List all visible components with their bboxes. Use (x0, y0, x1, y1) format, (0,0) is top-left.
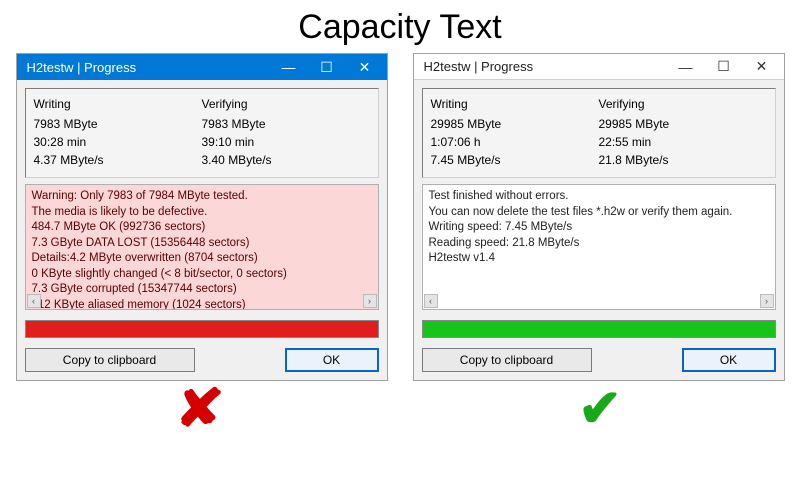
verifying-label: Verifying (599, 95, 767, 113)
log-line: Reading speed: 21.8 MByte/s (429, 236, 769, 252)
log-line: H2testw v1.4 (429, 251, 769, 267)
writing-column: Writing 29985 MByte1:07:06 h7.45 MByte/s (431, 95, 599, 169)
window-body: Writing29985 MByte1:07:06 h7.45 MByte/sV… (414, 80, 784, 380)
scroll-left-icon[interactable]: ‹ (424, 294, 438, 308)
check-mark-icon: ✔ (578, 383, 622, 435)
log-line: Details:4.2 MByte overwritten (8704 sect… (32, 251, 372, 267)
x-mark-icon: ✘ (175, 383, 225, 435)
close-button[interactable]: ✕ (347, 56, 383, 78)
writing-speed: 7.45 MByte/s (431, 151, 599, 169)
scroll-right-icon[interactable]: › (363, 294, 377, 308)
ok-button[interactable]: OK (285, 348, 379, 372)
log-line: Writing speed: 7.45 MByte/s (429, 220, 769, 236)
titlebar[interactable]: H2testw | Progress —☐✕ (414, 54, 784, 80)
log-line: 0 KByte slightly changed (< 8 bit/sector… (32, 267, 372, 283)
verifying-size: 29985 MByte (599, 115, 767, 133)
log-line: You can now delete the test files *.h2w … (429, 205, 769, 221)
log-line: The media is likely to be defective. (32, 205, 372, 221)
scroll-left-icon[interactable]: ‹ (27, 294, 41, 308)
copy-to-clipboard-button[interactable]: Copy to clipboard (25, 348, 195, 372)
marks-row: ✘✔ (0, 383, 800, 435)
metrics-panel: Writing29985 MByte1:07:06 h7.45 MByte/sV… (422, 88, 776, 178)
log-line: Warning: Only 7983 of 7984 MByte tested. (32, 189, 372, 205)
window-body: Writing7983 MByte30:28 min4.37 MByte/sVe… (17, 80, 387, 380)
minimize-button[interactable]: — (668, 56, 704, 78)
writing-label: Writing (34, 95, 202, 113)
page-title: Capacity Text (0, 0, 800, 53)
log-line: 512 KByte aliased memory (1024 sectors) (32, 298, 372, 310)
copy-to-clipboard-button[interactable]: Copy to clipboard (422, 348, 592, 372)
verifying-column: Verifying 7983 MByte39:10 min3.40 MByte/s (202, 95, 370, 169)
h2testw-window: H2testw | Progress—☐✕Writing29985 MByte1… (413, 53, 785, 381)
verifying-column: Verifying 29985 MByte22:55 min21.8 MByte/… (599, 95, 767, 169)
verifying-speed: 3.40 MByte/s (202, 151, 370, 169)
verifying-speed: 21.8 MByte/s (599, 151, 767, 169)
close-button[interactable]: ✕ (744, 56, 780, 78)
metrics-panel: Writing7983 MByte30:28 min4.37 MByte/sVe… (25, 88, 379, 178)
writing-speed: 4.37 MByte/s (34, 151, 202, 169)
writing-size: 7983 MByte (34, 115, 202, 133)
verifying-time: 22:55 min (599, 133, 767, 151)
button-row: Copy to clipboard OK (422, 348, 776, 372)
titlebar[interactable]: H2testw | Progress —☐✕ (17, 54, 387, 80)
window-title: H2testw | Progress (424, 59, 534, 74)
verifying-time: 39:10 min (202, 133, 370, 151)
log-line: 7.3 GByte corrupted (15347744 sectors) (32, 282, 372, 298)
h2testw-window: H2testw | Progress—☐✕Writing7983 MByte30… (16, 53, 388, 381)
button-row: Copy to clipboard OK (25, 348, 379, 372)
windows-row: H2testw | Progress—☐✕Writing7983 MByte30… (0, 53, 800, 381)
progress-bar (422, 320, 776, 338)
writing-size: 29985 MByte (431, 115, 599, 133)
maximize-button[interactable]: ☐ (309, 56, 345, 78)
writing-time: 1:07:06 h (431, 133, 599, 151)
progress-bar (25, 320, 379, 338)
window-title: H2testw | Progress (27, 60, 137, 75)
verifying-label: Verifying (202, 95, 370, 113)
log-output[interactable]: Warning: Only 7983 of 7984 MByte tested.… (25, 184, 379, 310)
log-output[interactable]: Test finished without errors.You can now… (422, 184, 776, 310)
writing-label: Writing (431, 95, 599, 113)
ok-button[interactable]: OK (682, 348, 776, 372)
minimize-button[interactable]: — (271, 56, 307, 78)
verifying-size: 7983 MByte (202, 115, 370, 133)
writing-column: Writing 7983 MByte30:28 min4.37 MByte/s (34, 95, 202, 169)
maximize-button[interactable]: ☐ (706, 56, 742, 78)
writing-time: 30:28 min (34, 133, 202, 151)
log-line: Test finished without errors. (429, 189, 769, 205)
log-line: 484.7 MByte OK (992736 sectors) (32, 220, 372, 236)
log-line: 7.3 GByte DATA LOST (15356448 sectors) (32, 236, 372, 252)
scroll-right-icon[interactable]: › (760, 294, 774, 308)
